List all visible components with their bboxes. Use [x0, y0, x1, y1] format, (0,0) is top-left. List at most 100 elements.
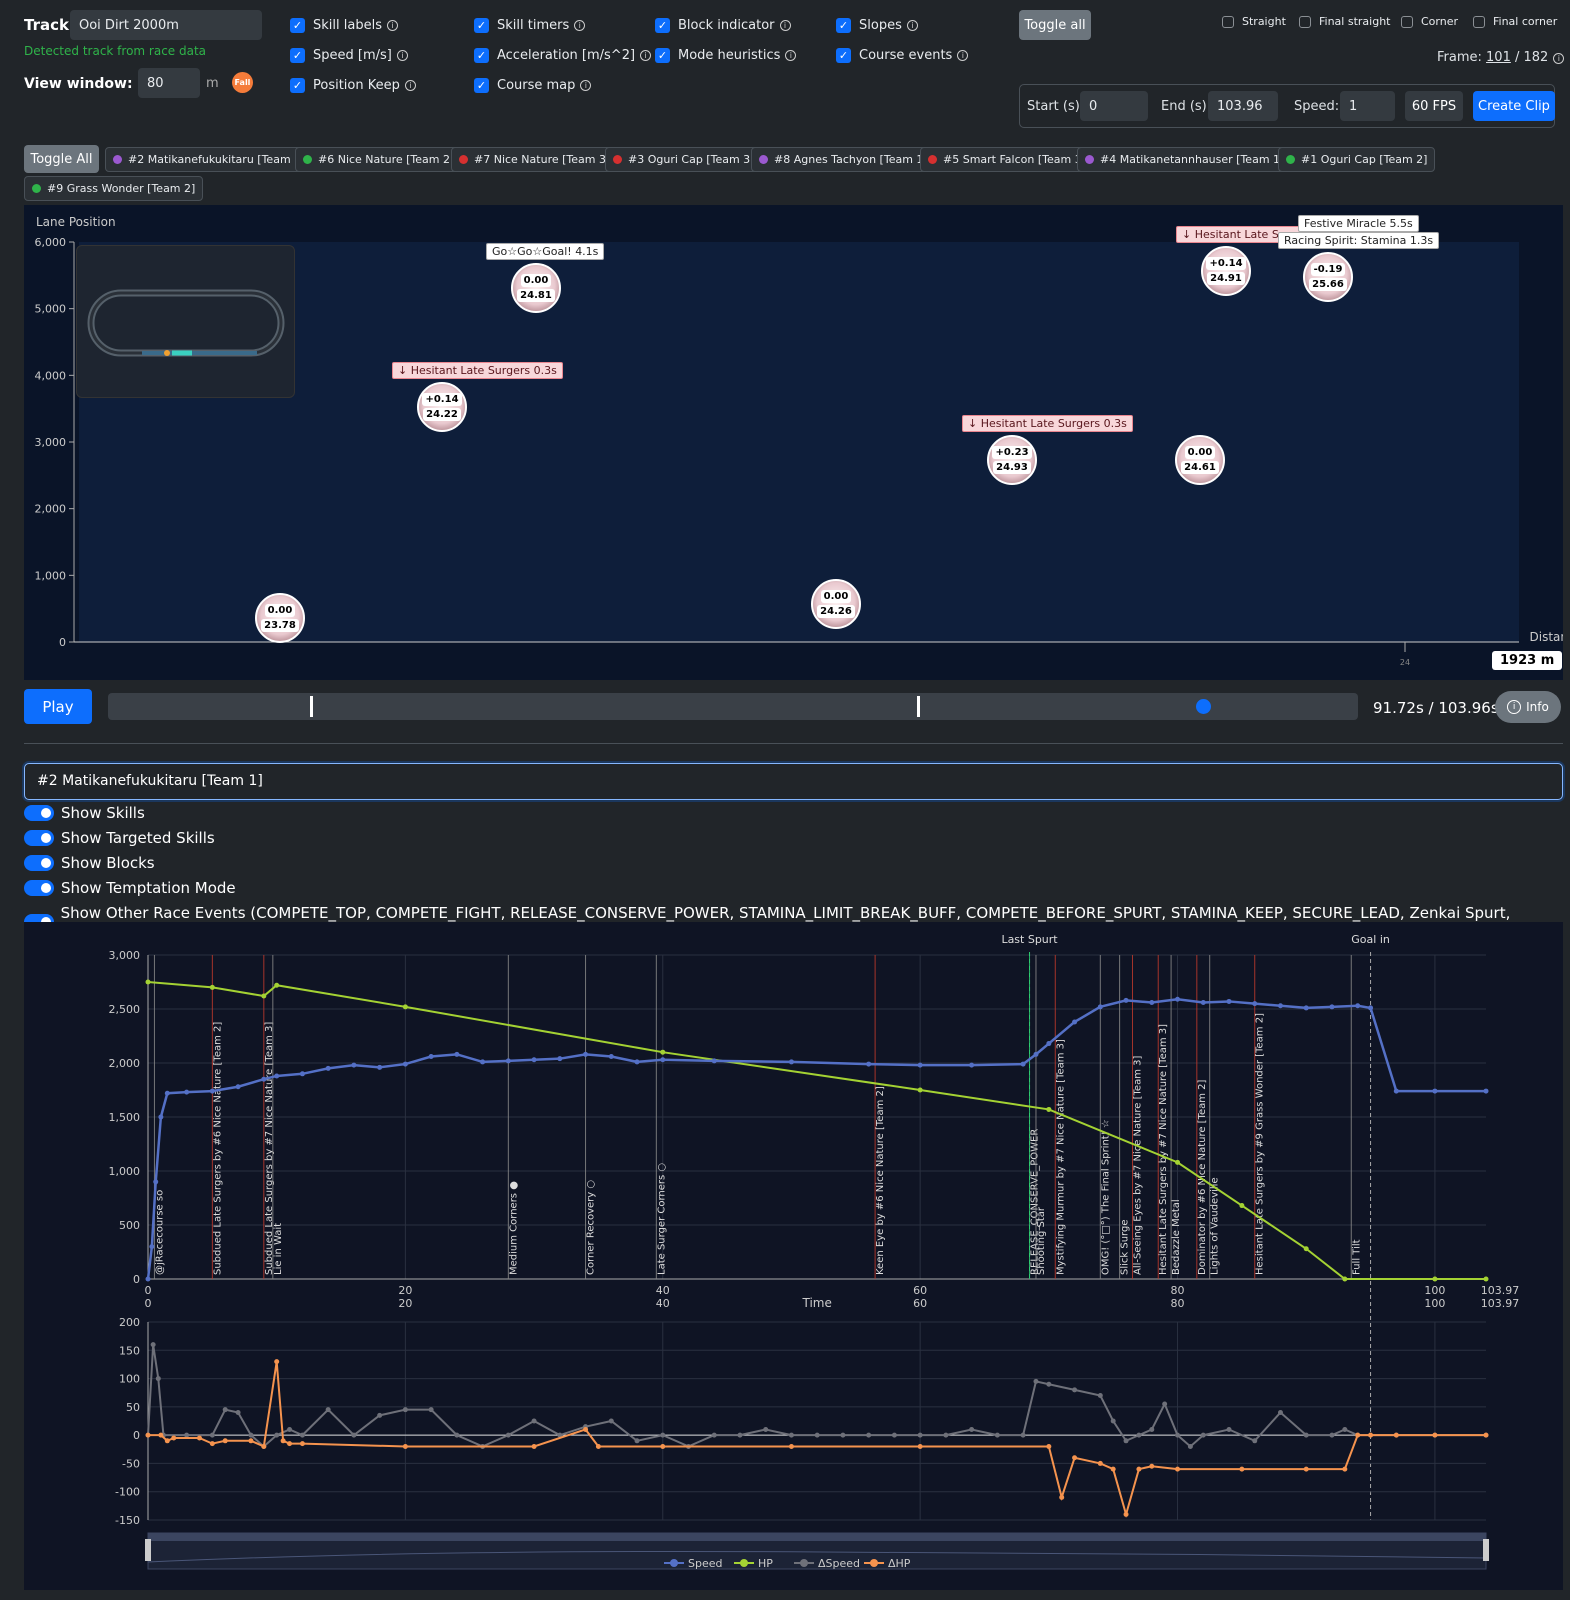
data-point[interactable] [402, 1407, 408, 1413]
data-point[interactable] [480, 1059, 486, 1065]
data-point[interactable] [222, 1407, 228, 1413]
data-point[interactable] [1200, 1432, 1206, 1438]
data-point[interactable] [788, 1432, 794, 1438]
data-point[interactable] [1226, 998, 1232, 1004]
data-point[interactable] [274, 1073, 280, 1079]
data-point[interactable] [1175, 1432, 1181, 1438]
time-series-chart[interactable]: 3,000 2,500 2,000 1,500 1,000 500 0 0 0 20 20 40 40 6… [24, 922, 1563, 1590]
runner-marker[interactable]: 0.00 24.61 [1175, 435, 1225, 485]
data-point[interactable] [145, 1432, 151, 1438]
data-point[interactable] [814, 1432, 820, 1438]
data-point[interactable] [969, 1062, 975, 1068]
data-point[interactable] [325, 1065, 331, 1071]
runner-marker[interactable]: +0.14 24.22 [417, 382, 467, 432]
data-point[interactable] [1252, 1438, 1258, 1444]
data-point[interactable] [1059, 1494, 1065, 1500]
data-point[interactable] [1033, 1378, 1039, 1384]
data-point[interactable] [287, 1426, 293, 1432]
data-point[interactable] [1046, 1041, 1052, 1047]
runner-chip[interactable]: #1 Oguri Cap [Team 2] [1278, 147, 1436, 172]
runner-chip[interactable]: #3 Oguri Cap [Team 3] [605, 147, 763, 172]
data-point[interactable] [1046, 1443, 1052, 1449]
data-point[interactable] [917, 1087, 923, 1093]
data-point[interactable] [737, 1432, 743, 1438]
display-toggle-checkbox[interactable]: ✓ Course map i [474, 78, 592, 93]
data-point[interactable] [660, 1432, 666, 1438]
display-toggle-checkbox[interactable]: ✓ Course events i [836, 48, 969, 63]
data-point[interactable] [557, 1056, 563, 1062]
data-point[interactable] [402, 1443, 408, 1449]
runner-marker[interactable]: 0.00 24.81 [511, 263, 561, 313]
runner-marker[interactable]: +0.23 24.93 [987, 435, 1037, 485]
data-point[interactable] [1303, 1005, 1309, 1011]
data-point[interactable] [660, 1057, 666, 1063]
info-icon[interactable]: i [779, 20, 791, 31]
display-toggle-checkbox[interactable]: ✓ Skill labels i [290, 18, 398, 33]
data-point[interactable] [531, 1443, 537, 1449]
data-point[interactable] [164, 1438, 170, 1444]
data-point[interactable] [209, 1441, 215, 1447]
data-point[interactable] [1097, 1393, 1103, 1399]
clip-speed-input[interactable]: 1 [1340, 91, 1395, 121]
data-point[interactable] [531, 1057, 537, 1063]
data-point[interactable] [454, 1432, 460, 1438]
data-point[interactable] [1123, 1438, 1129, 1444]
data-point[interactable] [299, 1441, 305, 1447]
data-point[interactable] [595, 1443, 601, 1449]
toggle-all-button[interactable]: Toggle all [1019, 10, 1091, 40]
timeline-slider[interactable] [108, 693, 1358, 720]
data-point[interactable] [1149, 1463, 1155, 1469]
data-point[interactable] [299, 1432, 305, 1438]
info-icon[interactable]: i [640, 50, 652, 61]
data-point[interactable] [634, 1438, 640, 1444]
data-point[interactable] [1175, 996, 1181, 1002]
data-point[interactable] [1329, 1432, 1335, 1438]
data-point[interactable] [209, 1088, 215, 1094]
data-point[interactable] [1110, 1418, 1116, 1424]
data-point[interactable] [1239, 1203, 1245, 1209]
data-point[interactable] [1252, 1001, 1258, 1007]
runner-marker[interactable]: -0.19 25.66 [1303, 252, 1353, 302]
legend-label[interactable]: Speed [688, 1557, 722, 1570]
data-point[interactable] [634, 1059, 640, 1065]
data-point[interactable] [1046, 1381, 1052, 1387]
data-point[interactable] [1393, 1088, 1399, 1094]
data-point[interactable] [917, 1443, 923, 1449]
runners-toggle-all-button[interactable]: Toggle All [24, 145, 99, 173]
data-point[interactable] [1432, 1276, 1438, 1282]
info-icon[interactable]: i [386, 20, 398, 31]
data-point[interactable] [150, 1342, 156, 1348]
data-point[interactable] [788, 1443, 794, 1449]
data-point[interactable] [1342, 1466, 1348, 1472]
data-point[interactable] [1342, 1276, 1348, 1282]
data-point[interactable] [153, 1179, 159, 1185]
info-icon[interactable]: i [906, 20, 918, 31]
data-point[interactable] [235, 1410, 241, 1416]
data-point[interactable] [377, 1412, 383, 1418]
option-switch[interactable]: Show Skills [24, 804, 145, 822]
data-point[interactable] [891, 1432, 897, 1438]
data-point[interactable] [377, 1064, 383, 1070]
zoom-handle-left[interactable] [145, 1539, 151, 1561]
data-point[interactable] [1393, 1432, 1399, 1438]
segment-straight-checkbox[interactable]: Straight [1222, 15, 1286, 28]
data-point[interactable] [1303, 1246, 1309, 1252]
data-point[interactable] [155, 1376, 161, 1382]
data-point[interactable] [351, 1432, 357, 1438]
data-point[interactable] [1277, 1003, 1283, 1009]
data-point[interactable] [1303, 1466, 1309, 1472]
data-point[interactable] [145, 979, 151, 985]
runner-chip[interactable]: #8 Agnes Tachyon [Team 1] [751, 147, 936, 172]
data-point[interactable] [1097, 1460, 1103, 1466]
data-point[interactable] [1149, 1426, 1155, 1432]
info-icon[interactable]: i [574, 20, 586, 31]
data-point[interactable] [505, 1432, 511, 1438]
data-point[interactable] [274, 982, 280, 988]
runner-chip[interactable]: #5 Smart Falcon [Team 3] [920, 147, 1094, 172]
data-point[interactable] [158, 1432, 164, 1438]
data-point[interactable] [1277, 1410, 1283, 1416]
runner-chip[interactable]: #7 Nice Nature [Team 3] [451, 147, 619, 172]
data-point[interactable] [866, 1432, 872, 1438]
runner-marker[interactable]: +0.14 24.91 [1201, 246, 1251, 296]
data-point[interactable] [428, 1054, 434, 1060]
